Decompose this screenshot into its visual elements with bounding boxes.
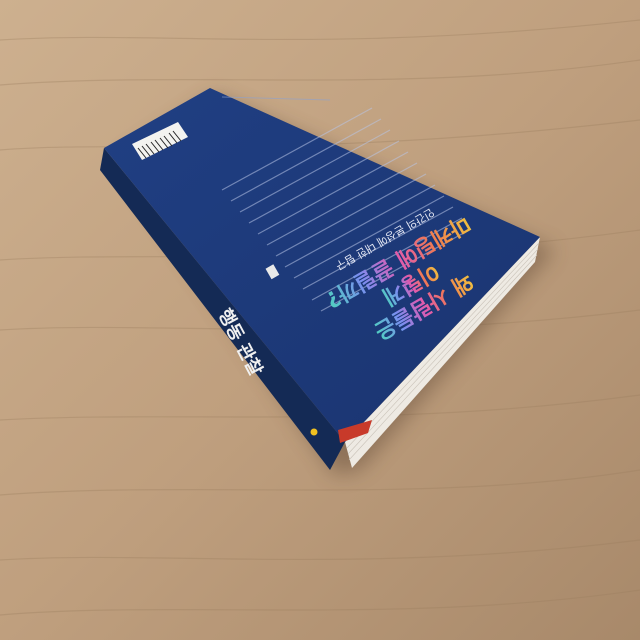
spine-logo-dot (310, 428, 318, 436)
photo-scene: 왜 사람들은 이렇게 마케팅에 끌릴까? 인간의 본성에 대한 탐구 행동 관찰 (0, 0, 640, 640)
book-photo: 왜 사람들은 이렇게 마케팅에 끌릴까? 인간의 본성에 대한 탐구 행동 관찰 (0, 0, 640, 640)
